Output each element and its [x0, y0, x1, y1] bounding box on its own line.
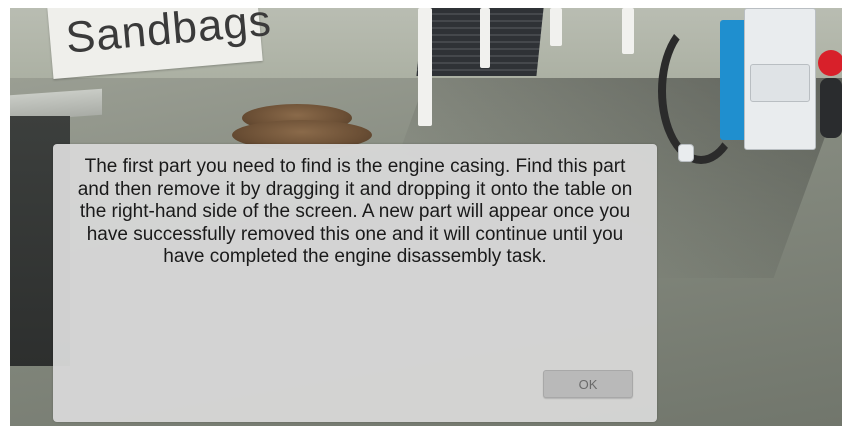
pillar [418, 8, 432, 126]
ok-button[interactable]: OK [543, 370, 633, 398]
sign-text: Sandbags [63, 8, 274, 63]
engine-valve [818, 50, 842, 76]
instruction-dialog: The first part you need to find is the e… [53, 144, 657, 422]
pillar [550, 8, 562, 46]
engine-model[interactable] [658, 8, 842, 164]
instruction-message: The first part you need to find is the e… [77, 156, 633, 267]
pillar [480, 8, 490, 68]
engine-part [750, 64, 810, 102]
engine-cylinder [820, 78, 842, 138]
pillar [622, 8, 634, 54]
engine-fitting [678, 144, 694, 162]
game-viewport[interactable]: Sandbags The first part you need to find… [10, 8, 842, 426]
